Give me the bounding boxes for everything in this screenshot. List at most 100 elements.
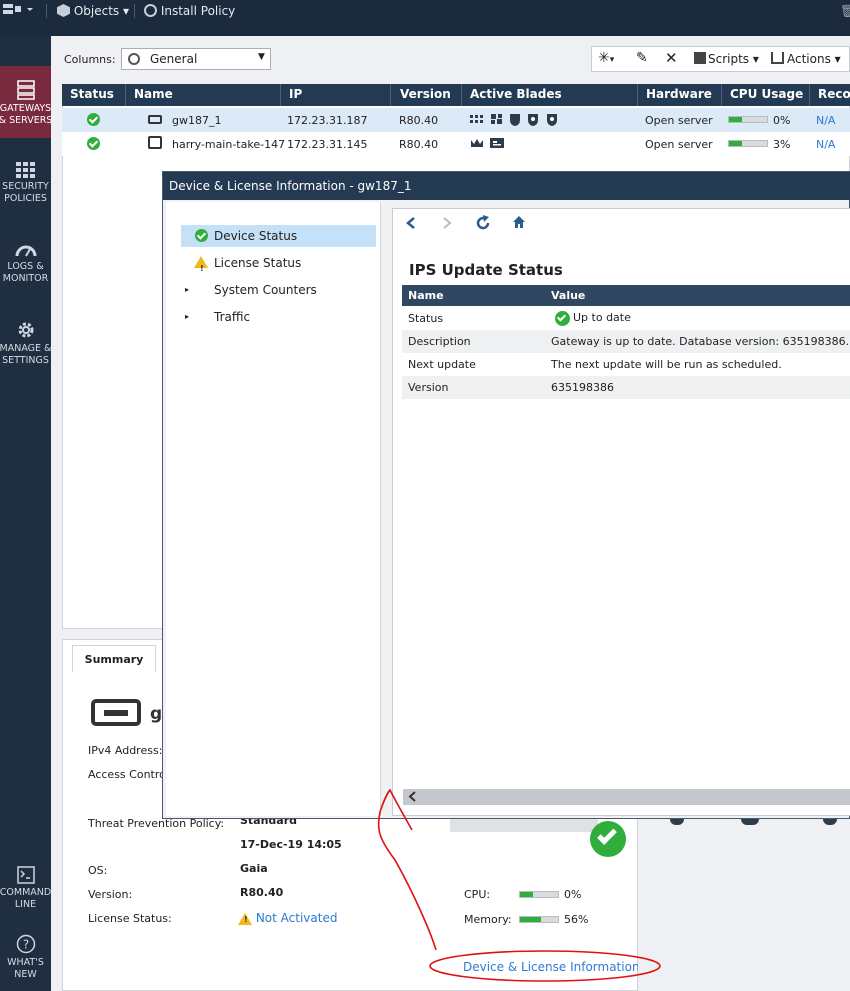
nav-logs-line2: MONITOR bbox=[2, 273, 49, 284]
trash-icon[interactable]: 🗑 bbox=[840, 2, 850, 20]
status-ok-icon bbox=[195, 229, 208, 242]
nav-whats-new[interactable]: ? WHAT'S NEW bbox=[0, 928, 51, 990]
nav-whatsnew-line1: WHAT'S bbox=[7, 957, 44, 968]
table-row[interactable]: harry-main-take-147 172.23.31.145 R80.40… bbox=[62, 132, 850, 156]
cube-icon bbox=[57, 4, 70, 17]
col-version[interactable]: Version bbox=[400, 87, 451, 101]
status-ok-large-icon bbox=[590, 821, 626, 857]
license-status-text[interactable]: Not Activated bbox=[256, 911, 338, 925]
row-cpu: 0% bbox=[773, 114, 791, 127]
row-version: R80.40 bbox=[399, 138, 439, 151]
app-menu-icon[interactable] bbox=[3, 3, 33, 21]
sun-icon[interactable]: ✳▾ bbox=[598, 50, 614, 66]
expand-arrow-icon[interactable]: ▸ bbox=[185, 306, 189, 328]
nav-manage-line2: SETTINGS bbox=[2, 355, 49, 366]
table-header: Status Name IP Version Active Blades Har… bbox=[62, 84, 850, 106]
col-status[interactable]: Status bbox=[70, 87, 114, 101]
col-hardware[interactable]: Hardware bbox=[646, 87, 712, 101]
row-ip: 172.23.31.145 bbox=[287, 138, 368, 151]
nav-gateways-line1: GATEWAYS bbox=[0, 103, 51, 114]
cell-name: Status bbox=[408, 312, 444, 325]
nav-gateways-servers[interactable]: GATEWAYS & SERVERS bbox=[0, 66, 51, 138]
row-hardware: Open server bbox=[645, 114, 713, 127]
nav-security-policies[interactable]: SECURITY POLICIES bbox=[0, 148, 51, 214]
nav-logs-monitor[interactable]: LOGS & MONITOR bbox=[0, 228, 51, 294]
status-ok-icon bbox=[555, 311, 570, 326]
col-name[interactable]: Name bbox=[134, 87, 173, 101]
row-name: harry-main-take-147 bbox=[172, 138, 286, 151]
actions-label: Actions bbox=[787, 52, 831, 66]
os-label: OS: bbox=[88, 864, 108, 877]
home-icon[interactable] bbox=[512, 215, 526, 229]
nav-command-line1: COMMAND bbox=[0, 887, 51, 898]
version-label: Version: bbox=[88, 888, 133, 901]
row-version: R80.40 bbox=[399, 114, 439, 127]
tree-item-license-status[interactable]: ! License Status bbox=[181, 252, 376, 274]
col-cpu-usage[interactable]: CPU Usage bbox=[730, 87, 803, 101]
col-active-blades[interactable]: Active Blades bbox=[470, 87, 562, 101]
nav-command-line[interactable]: COMMAND LINE bbox=[0, 858, 51, 918]
tree-label: Traffic bbox=[214, 310, 251, 324]
columns-label: Columns: bbox=[64, 53, 116, 66]
col-ip[interactable]: IP bbox=[289, 87, 302, 101]
section-title: IPS Update Status bbox=[409, 261, 563, 279]
cell-name: Next update bbox=[408, 358, 476, 371]
columns-dropdown[interactable]: General ▼ bbox=[121, 48, 271, 70]
blades-icons bbox=[470, 137, 510, 149]
status-ok-icon bbox=[87, 137, 100, 150]
tree-item-traffic[interactable]: ▸ Traffic bbox=[181, 306, 376, 328]
refresh-icon[interactable] bbox=[475, 215, 491, 231]
scroll-left-icon[interactable] bbox=[407, 790, 417, 803]
objects-menu[interactable]: Objects ▾ bbox=[57, 2, 129, 20]
warning-icon: ! bbox=[238, 912, 252, 925]
scripts-icon bbox=[694, 52, 706, 64]
gateway-icon bbox=[148, 115, 162, 124]
columns-icon bbox=[128, 53, 140, 65]
tree-item-system-counters[interactable]: ▸ System Counters bbox=[181, 279, 376, 301]
memory-value: 56% bbox=[564, 913, 589, 926]
scripts-label: Scripts bbox=[708, 52, 750, 66]
device-license-dialog: Device & License Information - gw187_1 «… bbox=[162, 171, 850, 819]
columns-value: General bbox=[150, 52, 198, 66]
close-icon[interactable]: ✕ bbox=[665, 49, 678, 67]
license-status-value: ! Not Activated bbox=[238, 911, 337, 925]
gear-icon bbox=[16, 320, 36, 340]
row-recor-link[interactable]: N/A bbox=[816, 114, 835, 127]
security-policies-icon bbox=[15, 162, 36, 178]
nav-manage-settings[interactable]: MANAGE & SETTINGS bbox=[0, 308, 51, 374]
row-name: gw187_1 bbox=[172, 114, 222, 127]
ips-table-header: Name Value bbox=[402, 285, 850, 306]
scripts-button[interactable]: Scripts ▾ bbox=[694, 52, 759, 66]
horizontal-scrollbar[interactable] bbox=[403, 789, 850, 805]
pencil-icon[interactable]: ✎ bbox=[636, 50, 648, 66]
table-row: Next update The next update will be run … bbox=[402, 353, 850, 376]
device-license-link[interactable]: Device & License Information... bbox=[463, 960, 651, 974]
install-policy-button[interactable]: Install Policy bbox=[144, 2, 235, 20]
cell-name: Description bbox=[408, 335, 471, 348]
row-recor-link[interactable]: N/A bbox=[816, 138, 835, 151]
left-navigation: GATEWAYS & SERVERS SECURITY POLICIES LOG… bbox=[0, 36, 51, 991]
actions-button[interactable]: Actions ▾ bbox=[771, 52, 841, 66]
cpu-label: CPU: bbox=[464, 888, 491, 901]
nav-command-line2: LINE bbox=[14, 899, 37, 910]
table-row[interactable]: gw187_1 172.23.31.187 R80.40 Open server… bbox=[62, 108, 850, 132]
row-ip: 172.23.31.187 bbox=[287, 114, 368, 127]
tree-item-device-status[interactable]: Device Status bbox=[181, 225, 376, 247]
summary-cpu-bar bbox=[519, 891, 559, 898]
warning-icon: ! bbox=[194, 256, 208, 273]
cluster-icon bbox=[148, 136, 162, 149]
col-recor[interactable]: Recor bbox=[818, 87, 850, 101]
nav-logs-line1: LOGS & bbox=[7, 261, 44, 272]
col-name: Name bbox=[408, 289, 444, 302]
nav-security-line1: SECURITY bbox=[2, 181, 49, 192]
tree-label: System Counters bbox=[214, 283, 317, 297]
blades-icons bbox=[470, 112, 560, 126]
row-cpu: 3% bbox=[773, 138, 791, 151]
tab-summary[interactable]: Summary bbox=[72, 645, 156, 672]
dialog-tree: Device Status ! License Status ▸ System … bbox=[166, 202, 381, 816]
nav-gateways-line2: & SERVERS bbox=[0, 115, 51, 126]
table-row: Version 635198386 bbox=[402, 376, 850, 399]
back-icon[interactable] bbox=[405, 216, 417, 230]
forward-icon[interactable] bbox=[441, 216, 453, 230]
expand-arrow-icon[interactable]: ▸ bbox=[185, 279, 189, 301]
